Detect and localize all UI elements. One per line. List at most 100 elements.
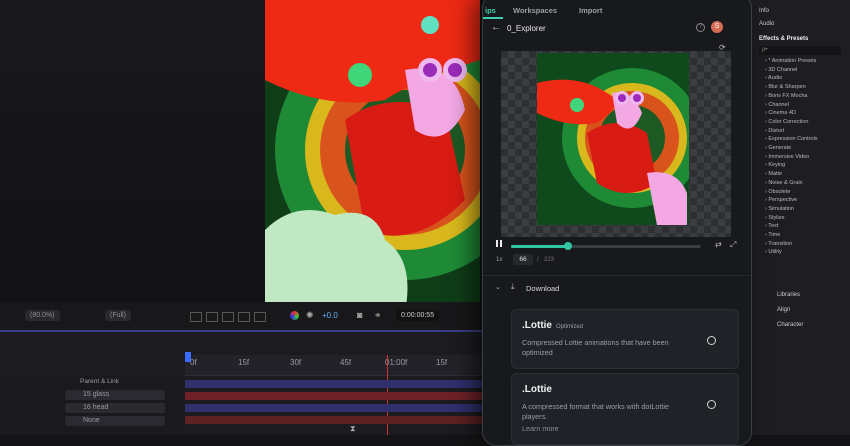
- tab-clips[interactable]: ips: [485, 6, 496, 15]
- seek-progress: [511, 245, 568, 248]
- search-icon: ρ•: [762, 47, 768, 53]
- download-label: Download: [526, 284, 560, 293]
- region-icon[interactable]: [190, 312, 202, 322]
- guides-icon[interactable]: [238, 312, 250, 322]
- effects-category[interactable]: › * Animation Presets: [765, 58, 816, 64]
- color-channel-icon[interactable]: [290, 311, 299, 320]
- parent-select[interactable]: 16 head: [65, 403, 165, 413]
- effects-category[interactable]: › Keying: [765, 162, 785, 168]
- effects-category[interactable]: › Text: [765, 223, 778, 229]
- effects-category[interactable]: › Obsolete: [765, 189, 790, 195]
- tab-workspaces[interactable]: Workspaces: [513, 6, 557, 15]
- editor-dark-area: [0, 0, 270, 320]
- ruler-tick: 15f: [436, 358, 448, 367]
- back-arrow-icon[interactable]: ←: [491, 22, 501, 33]
- zoom-select[interactable]: (80.0%): [25, 310, 60, 321]
- option-title: .Lottie: [522, 384, 552, 395]
- file-header: ← 0_Explorer ? S: [483, 15, 751, 39]
- lottie-plugin-window: ips Workspaces Import ← 0_Explorer ? S ⟳: [482, 0, 752, 446]
- effects-category[interactable]: › Utility: [765, 249, 782, 255]
- seek-handle[interactable]: [564, 242, 572, 250]
- seek-bar[interactable]: [511, 242, 701, 250]
- effects-category[interactable]: › Stylize: [765, 215, 785, 221]
- grid-icon[interactable]: [206, 312, 218, 322]
- option-radio[interactable]: [707, 400, 716, 409]
- download-option-dotlottie[interactable]: .Lottie A compressed format that works w…: [511, 373, 739, 445]
- current-frame-input[interactable]: 66: [513, 254, 533, 265]
- top-tabs: ips Workspaces Import: [483, 1, 751, 19]
- effects-category[interactable]: › Noise & Grain: [765, 180, 803, 186]
- option-description: A compressed format that works with dotL…: [522, 402, 670, 421]
- viewer-controls-bar: (80.0%) (Full) ✺ +0.0 ◙ ⚭ 0:00:00:55: [0, 302, 480, 332]
- parent-select[interactable]: None: [65, 416, 165, 426]
- animation-artwork: [537, 53, 689, 225]
- ruler-tick: 30f: [290, 358, 302, 367]
- total-frames: 223: [544, 257, 555, 263]
- audio-panel-tab[interactable]: Audio: [759, 21, 774, 27]
- info-panel-tab[interactable]: Info: [759, 8, 769, 14]
- help-icon[interactable]: ?: [696, 23, 705, 32]
- effects-search-input[interactable]: ρ•: [759, 46, 841, 55]
- resolution-select[interactable]: (Full): [105, 310, 131, 321]
- character-panel-tab[interactable]: Character: [777, 322, 803, 328]
- ruler-tick: 45f: [340, 358, 352, 367]
- pause-icon-bar: [500, 240, 502, 247]
- ruler-tick: 01:00f: [385, 358, 408, 367]
- effects-category[interactable]: › Generate: [765, 145, 791, 151]
- effects-category[interactable]: › Immersive Video: [765, 154, 809, 160]
- composition-artwork: [265, 0, 480, 312]
- effects-category[interactable]: › Blur & Sharpen: [765, 84, 806, 90]
- timeline-zoom-icon[interactable]: ⧗: [350, 424, 356, 434]
- exposure-gear-icon[interactable]: ✺: [306, 310, 314, 321]
- file-name: 0_Explorer: [507, 24, 546, 33]
- animation-thumbnail: [537, 53, 689, 225]
- option-radio[interactable]: [707, 336, 716, 345]
- ruler-tick: 15f: [238, 358, 250, 367]
- option-title: .Lottie Optimized: [522, 320, 583, 331]
- exposure-value[interactable]: +0.0: [322, 311, 338, 320]
- right-panel: Info Audio Effects & Presets ρ• › * Anim…: [748, 0, 850, 435]
- show-snapshot-icon[interactable]: ⚭: [374, 310, 382, 321]
- parent-select[interactable]: 15 glass: [65, 390, 165, 400]
- option-description: Compressed Lottie animations that have b…: [522, 338, 669, 357]
- composition-viewer[interactable]: [265, 0, 480, 312]
- download-section-header[interactable]: ⌄ ⤓ Download: [483, 275, 751, 300]
- frame-separator: /: [537, 257, 539, 263]
- effects-category[interactable]: › Color Correction: [765, 119, 808, 125]
- effects-category[interactable]: › Simulation: [765, 206, 794, 212]
- user-avatar[interactable]: S: [711, 21, 723, 33]
- tab-import[interactable]: Import: [579, 6, 602, 15]
- effects-category[interactable]: › Transition: [765, 241, 792, 247]
- effects-category[interactable]: › Audio: [765, 75, 782, 81]
- libraries-panel-tab[interactable]: Libraries: [777, 292, 800, 298]
- effects-category[interactable]: › Distort: [765, 128, 784, 134]
- effects-category[interactable]: › Matte: [765, 171, 782, 177]
- option-title-text: .Lottie: [522, 320, 552, 331]
- snapshot-icon[interactable]: ◙: [357, 310, 362, 320]
- effects-category[interactable]: › Boris FX Mocha: [765, 93, 807, 99]
- effects-presets-title[interactable]: Effects & Presets: [759, 36, 808, 42]
- mask-icon[interactable]: [222, 312, 234, 322]
- align-panel-tab[interactable]: Align: [777, 307, 790, 313]
- timecode-display[interactable]: 0:00:00:55: [396, 310, 440, 321]
- optimized-badge: Optimized: [556, 324, 584, 330]
- pause-icon[interactable]: [496, 240, 498, 247]
- speed-select[interactable]: 1x: [496, 257, 502, 263]
- chevron-down-icon[interactable]: ⌄: [495, 283, 501, 291]
- effects-category[interactable]: › Channel: [765, 102, 789, 108]
- effects-category[interactable]: › Perspective: [765, 197, 797, 203]
- download-option-optimized[interactable]: .Lottie Optimized Compressed Lottie anima…: [511, 309, 739, 369]
- fullscreen-icon[interactable]: ⤢: [730, 240, 736, 250]
- effects-category[interactable]: › Cinema 4D: [765, 110, 796, 116]
- download-icon: ⤓: [511, 282, 515, 291]
- ruler-tick: 0f: [190, 358, 197, 367]
- safe-zone-icon[interactable]: [254, 312, 266, 322]
- playback-controls: ⇄ ⤢ 1x 66 / 223: [493, 235, 743, 271]
- loop-icon[interactable]: ⇄: [715, 240, 722, 249]
- effects-category[interactable]: › 3D Channel: [765, 67, 797, 73]
- effects-category[interactable]: › Time: [765, 232, 780, 238]
- effects-category[interactable]: › Expression Controls: [765, 136, 818, 142]
- playhead-handle[interactable]: [185, 352, 191, 362]
- learn-more-link[interactable]: Learn more: [522, 424, 559, 433]
- animation-preview[interactable]: [501, 51, 731, 237]
